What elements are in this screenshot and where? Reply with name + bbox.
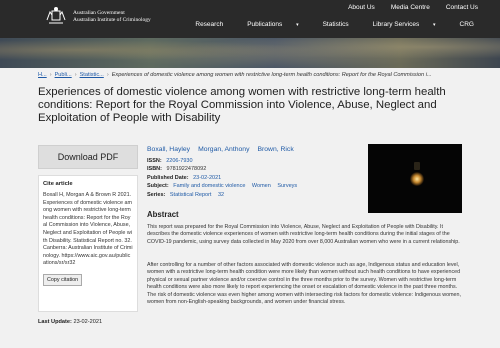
utility-nav: About Us Media Centre Contact Us — [340, 4, 486, 11]
isbn-row: ISBN: 9781922478092 — [147, 165, 297, 173]
series-row: Series: Statistical Report 32 — [147, 191, 297, 199]
nav-publications-label: Publications — [247, 21, 283, 28]
series-label: Series: — [147, 191, 166, 198]
cite-article-box: Cite article Boxall H, Morgan A & Brown … — [38, 175, 138, 312]
abstract-paragraph: After controlling for a number of other … — [147, 262, 461, 306]
breadcrumb: H... › Publi... › Statistic... › Experie… — [38, 71, 470, 79]
breadcrumb-current: Experiences of domestic violence among w… — [111, 72, 432, 78]
copy-citation-button[interactable]: Copy citation — [43, 273, 83, 286]
lamp-shape — [414, 162, 420, 170]
site-header: Australian Government Australian Institu… — [0, 0, 500, 38]
breadcrumb-separator: › — [49, 72, 52, 78]
contact-us-link[interactable]: Contact Us — [438, 4, 486, 11]
published-row: Published Date: 23-02-2021 — [147, 174, 297, 182]
banner-image — [0, 38, 500, 68]
breadcrumb-separator: › — [74, 72, 77, 78]
chevron-down-icon: ▾ — [433, 22, 436, 28]
series-number-link[interactable]: 32 — [218, 192, 224, 198]
subject-label: Subject: — [147, 183, 169, 190]
author-link[interactable]: Boxall, Hayley — [147, 146, 190, 153]
subject-row: Subject: Family and domestic violence Wo… — [147, 182, 297, 190]
nav-research-label: Research — [195, 21, 224, 28]
org-name[interactable]: Australian Government Australian Institu… — [73, 10, 151, 24]
citation-text: Boxall H, Morgan A & Brown R 2021. Exper… — [43, 192, 133, 267]
nav-publications[interactable]: Publications ▾ — [235, 21, 310, 28]
subject-link[interactable]: Surveys — [277, 183, 297, 189]
breadcrumb-separator: › — [106, 72, 109, 78]
breadcrumb-publications[interactable]: Publi... — [55, 72, 72, 78]
last-update-value: 23-02-2021 — [73, 319, 103, 325]
isbn-label: ISBN: — [147, 166, 162, 173]
issn-label: ISSN: — [147, 158, 162, 164]
coat-of-arms-icon[interactable] — [44, 6, 68, 26]
org-line-1: Australian Government — [73, 10, 125, 16]
chevron-down-icon: ▾ — [296, 22, 299, 28]
media-centre-link[interactable]: Media Centre — [383, 4, 438, 11]
nav-library-services-label: Library Services — [372, 21, 420, 28]
last-update-label: Last Update: — [38, 319, 72, 325]
about-us-link[interactable]: About Us — [340, 4, 383, 11]
abstract-heading: Abstract — [147, 210, 179, 219]
cite-heading: Cite article — [43, 181, 73, 187]
breadcrumb-home[interactable]: H... — [38, 72, 47, 78]
nav-crg-label: CRG — [459, 21, 474, 28]
authors-list: Boxall, Hayley Morgan, Anthony Brown, Ri… — [147, 146, 294, 153]
author-link[interactable]: Morgan, Anthony — [198, 146, 249, 153]
author-link[interactable]: Brown, Rick — [257, 146, 293, 153]
issn-link[interactable]: 2206-7930 — [166, 158, 192, 164]
report-cover-image — [368, 144, 462, 213]
nav-crg[interactable]: CRG — [448, 21, 486, 28]
lamp-glow — [410, 172, 424, 186]
subject-link[interactable]: Women — [252, 183, 271, 189]
nav-library-services[interactable]: Library Services ▾ — [361, 21, 448, 28]
published-value[interactable]: 23-02-2021 — [193, 175, 221, 181]
page-title: Experiences of domestic violence among w… — [38, 86, 446, 124]
nav-research[interactable]: Research — [183, 21, 235, 28]
nav-statistics-label: Statistics — [322, 21, 349, 28]
last-update: Last Update: 23-02-2021 — [38, 319, 102, 325]
nav-statistics[interactable]: Statistics — [311, 21, 361, 28]
issn-row: ISSN: 2206-7930 — [147, 157, 297, 165]
isbn-value: 9781922478092 — [166, 166, 207, 173]
abstract-paragraph: This report was prepared for the Royal C… — [147, 224, 460, 245]
publication-meta: ISSN: 2206-7930 ISBN: 9781922478092 Publ… — [147, 157, 297, 199]
published-label: Published Date: — [147, 174, 189, 181]
org-line-2: Australian Institute of Criminology — [73, 17, 151, 23]
main-nav: Research Publications ▾ Statistics Libra… — [183, 21, 486, 28]
breadcrumb-statistics[interactable]: Statistic... — [80, 72, 104, 78]
series-link[interactable]: Statistical Report — [170, 192, 212, 198]
subject-link[interactable]: Family and domestic violence — [173, 183, 245, 189]
download-pdf-button[interactable]: Download PDF — [38, 145, 138, 169]
